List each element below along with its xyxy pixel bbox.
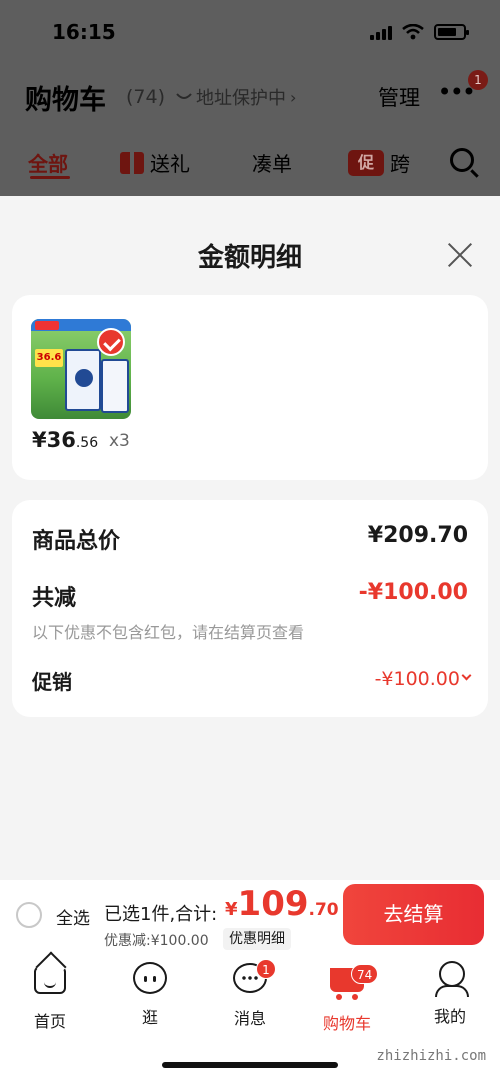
total-int: 109 bbox=[237, 884, 309, 924]
tab-active-underline bbox=[30, 176, 70, 179]
nav-home-icon-wrap bbox=[32, 966, 68, 1002]
total-price-label: 商品总价 bbox=[32, 529, 121, 554]
amount-detail-sheet: 金额明细 36.6 ¥36.56 x3 商品总价 ¥209.70 共减 -¥10… bbox=[0, 215, 500, 880]
checkout-bar: 全选 已选1件,合计: ¥109.70 优惠减:¥100.00 优惠明细 去结算 bbox=[0, 880, 500, 952]
tab-bundle[interactable]: 凑单 bbox=[252, 148, 292, 177]
total-amount: ¥109.70 bbox=[225, 884, 339, 924]
tab-all[interactable]: 全部 bbox=[28, 148, 68, 177]
home-icon bbox=[34, 966, 66, 994]
nav-home-label: 首页 bbox=[33, 1012, 66, 1031]
explore-face-icon bbox=[133, 962, 167, 994]
promo-badge: 促 bbox=[348, 149, 384, 176]
nav-explore[interactable]: 逛 bbox=[110, 960, 190, 1028]
profile-icon bbox=[433, 961, 469, 997]
gift-icon bbox=[120, 151, 144, 174]
product-price-int: ¥36 bbox=[32, 428, 76, 452]
cart-tabs: 全部 送礼 凑单 促 跨 bbox=[0, 126, 500, 196]
cart-badge: 74 bbox=[351, 964, 379, 984]
tab-cross-store-label: 跨 bbox=[390, 152, 410, 176]
product-quantity: x3 bbox=[109, 431, 130, 451]
cart-count: (74) bbox=[126, 86, 166, 108]
tab-gift[interactable]: 送礼 bbox=[120, 148, 190, 177]
status-icons bbox=[370, 24, 469, 40]
manage-button[interactable]: 管理 bbox=[378, 82, 420, 112]
nav-profile-label: 我的 bbox=[433, 1007, 466, 1026]
watermark: zhizhizhi.com bbox=[376, 1048, 486, 1064]
discount-line: 优惠减:¥100.00 bbox=[104, 933, 209, 949]
address-protection-link[interactable]: 地址保护中 › bbox=[176, 84, 296, 110]
total-dec: .70 bbox=[308, 900, 339, 920]
product-price-dec: .56 bbox=[75, 435, 99, 451]
home-indicator bbox=[162, 1062, 338, 1068]
status-time: 16:15 bbox=[52, 20, 116, 44]
tab-bundle-label: 凑单 bbox=[252, 152, 292, 176]
nav-profile-icon-wrap bbox=[432, 961, 469, 997]
nav-messages-label: 消息 bbox=[233, 1009, 266, 1028]
product-card: 36.6 ¥36.56 x3 bbox=[12, 295, 488, 480]
tab-cross-store[interactable]: 促 跨 bbox=[348, 148, 410, 177]
battery-icon bbox=[434, 24, 469, 40]
reduction-value: -¥100.00 bbox=[358, 580, 468, 605]
more-badge: 1 bbox=[468, 70, 488, 90]
nav-home[interactable]: 首页 bbox=[10, 960, 90, 1032]
thumbnail-brand-tag bbox=[35, 321, 59, 330]
tab-gift-label: 送礼 bbox=[150, 152, 190, 176]
price-summary-card: 商品总价 ¥209.70 共减 -¥100.00 以下优惠不包含红包，请在结算页… bbox=[12, 500, 488, 717]
promotion-value[interactable]: -¥100.00 bbox=[375, 668, 460, 690]
reduction-note: 以下优惠不包含红包，请在结算页查看 bbox=[32, 623, 305, 642]
product-price: ¥36.56 bbox=[32, 428, 98, 452]
tab-all-label: 全部 bbox=[28, 152, 68, 176]
thumbnail-price-tag: 36.6 bbox=[35, 349, 63, 367]
nav-cart-label: 购物车 bbox=[322, 1014, 371, 1033]
promotion-label: 促销 bbox=[32, 670, 72, 694]
cart-header: 购物车 (74) 地址保护中 › 管理 ••• 1 bbox=[0, 64, 500, 126]
cellular-signal-icon bbox=[370, 24, 392, 40]
discount-detail-button[interactable]: 优惠明细 bbox=[223, 928, 291, 950]
page-title: 购物车 bbox=[25, 85, 106, 116]
chevron-down-icon[interactable] bbox=[461, 670, 472, 681]
address-protection-label: 地址保护中 bbox=[196, 88, 286, 109]
checkout-button[interactable]: 去结算 bbox=[343, 884, 484, 945]
chevron-right-icon: › bbox=[290, 87, 297, 107]
selected-summary: 已选1件,合计: bbox=[104, 904, 218, 925]
message-badge: 1 bbox=[256, 959, 276, 979]
nav-explore-label: 逛 bbox=[141, 1008, 158, 1027]
reduction-label: 共减 bbox=[32, 586, 77, 611]
nav-messages-icon-wrap: 1 bbox=[232, 959, 276, 999]
nav-profile[interactable]: 我的 bbox=[410, 960, 490, 1027]
wifi-icon bbox=[402, 24, 424, 40]
close-icon[interactable] bbox=[446, 241, 474, 269]
nav-cart[interactable]: 74 购物车 bbox=[307, 960, 387, 1034]
select-all-label[interactable]: 全选 bbox=[56, 904, 90, 929]
sheet-title: 金额明细 bbox=[197, 243, 302, 273]
thumbnail-milk-box-2 bbox=[101, 359, 129, 413]
nav-cart-icon-wrap: 74 bbox=[329, 964, 379, 1004]
status-bar: 16:15 bbox=[0, 0, 500, 64]
checkmark-icon bbox=[97, 328, 125, 356]
total-price-value: ¥209.70 bbox=[367, 523, 468, 548]
nav-explore-icon-wrap bbox=[132, 962, 168, 998]
nav-messages[interactable]: 1 消息 bbox=[210, 959, 290, 1029]
total-currency: ¥ bbox=[225, 899, 238, 920]
search-icon[interactable] bbox=[450, 148, 474, 172]
message-dots bbox=[241, 976, 259, 980]
thumbnail-logo bbox=[75, 369, 93, 387]
smile-icon bbox=[176, 93, 192, 99]
select-all-checkbox[interactable] bbox=[16, 902, 42, 928]
